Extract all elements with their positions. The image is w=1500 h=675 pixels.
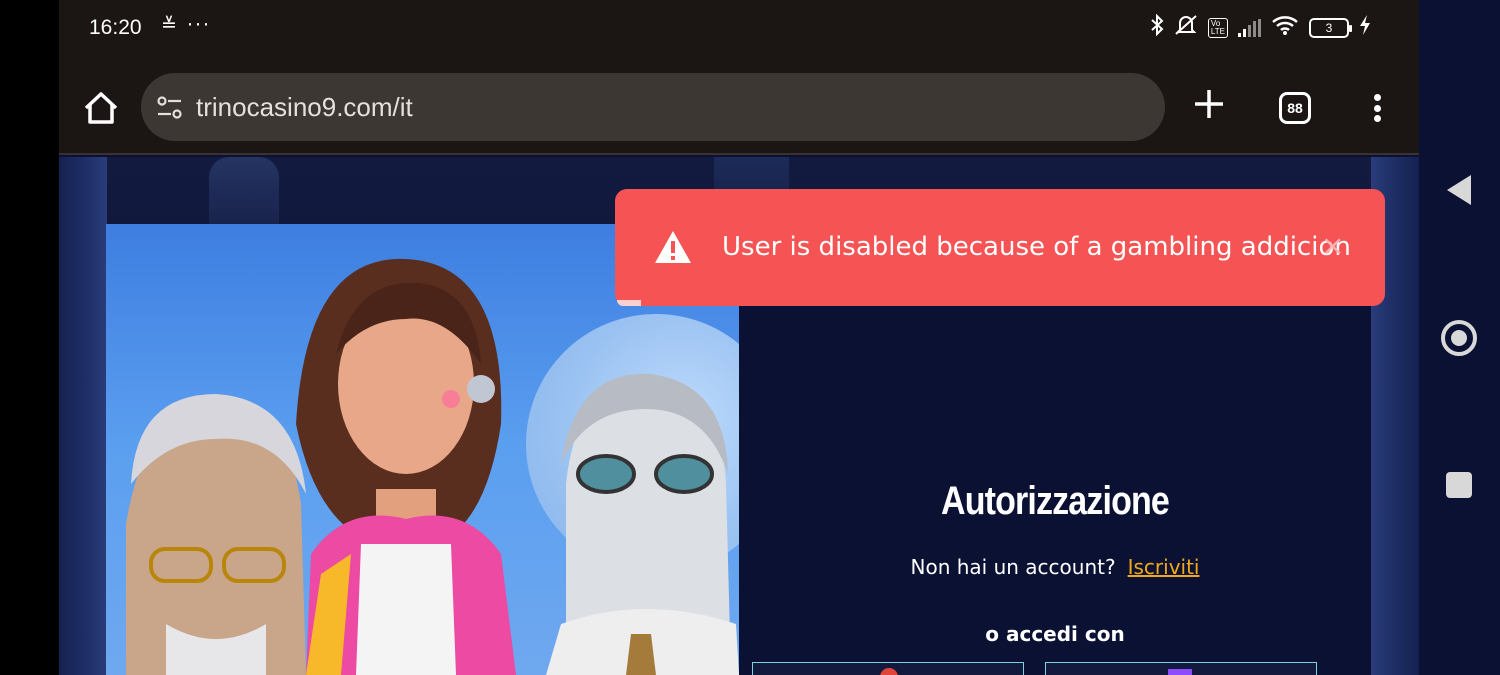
bluetooth-icon — [1150, 13, 1164, 41]
signup-prompt: Non hai un account? Iscriviti — [739, 555, 1371, 579]
new-tab-button[interactable] — [1189, 84, 1229, 130]
social-login-button-google[interactable] — [752, 662, 1024, 675]
signup-link[interactable]: Iscriviti — [1128, 555, 1200, 579]
close-icon[interactable]: × — [1321, 229, 1344, 262]
android-navigation-bar — [1419, 0, 1500, 675]
google-icon — [880, 668, 898, 675]
toast-progress-bar — [617, 300, 641, 306]
notification-icons: ≚ ··· — [161, 14, 212, 36]
site-settings-icon[interactable] — [155, 93, 185, 123]
menu-dot-icon — [1373, 115, 1381, 122]
more-options-button[interactable] — [1367, 90, 1387, 126]
wifi-icon — [1271, 14, 1299, 41]
battery-icon: 3 — [1309, 17, 1352, 38]
page-title: Autorizzazione — [940, 479, 1170, 523]
error-toast: User is disabled because of a gambling a… — [615, 189, 1385, 306]
browser-toolbar: trinocasino9.com/it 88 — [59, 60, 1419, 155]
status-right-icons: Vo LTE 3 — [1150, 13, 1371, 41]
left-bezel — [0, 0, 59, 675]
background-building — [209, 157, 279, 225]
menu-dot-icon — [1373, 104, 1381, 112]
no-account-text: Non hai un account? — [910, 555, 1116, 579]
warning-icon — [653, 229, 693, 265]
or-login-with-label: o accedi con — [985, 622, 1125, 646]
plus-icon — [1195, 90, 1223, 118]
social-login-button-twitch[interactable] — [1045, 662, 1317, 675]
tab-switcher-button[interactable]: 88 — [1279, 92, 1311, 124]
menu-dot-icon — [1373, 94, 1381, 101]
back-icon[interactable] — [1447, 175, 1471, 205]
charging-icon — [1359, 15, 1371, 40]
background-pillar-left — [59, 157, 107, 675]
muted-bell-icon — [1174, 14, 1198, 41]
address-bar[interactable]: trinocasino9.com/it — [141, 73, 1165, 141]
status-bar: 16:20 ≚ ··· Vo LTE 3 — [59, 0, 1419, 60]
toast-message: User is disabled because of a gambling a… — [722, 232, 1351, 262]
url-text[interactable]: trinocasino9.com/it — [196, 92, 413, 123]
home-button[interactable] — [81, 88, 121, 128]
phone-screen: 16:20 ≚ ··· Vo LTE 3 trinocasino9.com/it… — [59, 0, 1419, 675]
status-time: 16:20 — [89, 16, 142, 39]
twitch-icon — [1168, 669, 1192, 675]
signal-icon — [1238, 18, 1261, 37]
volte-icon: Vo LTE — [1207, 17, 1228, 38]
recent-apps-icon[interactable] — [1446, 472, 1472, 498]
home-icon — [84, 92, 118, 124]
home-circle-icon[interactable] — [1441, 320, 1477, 356]
